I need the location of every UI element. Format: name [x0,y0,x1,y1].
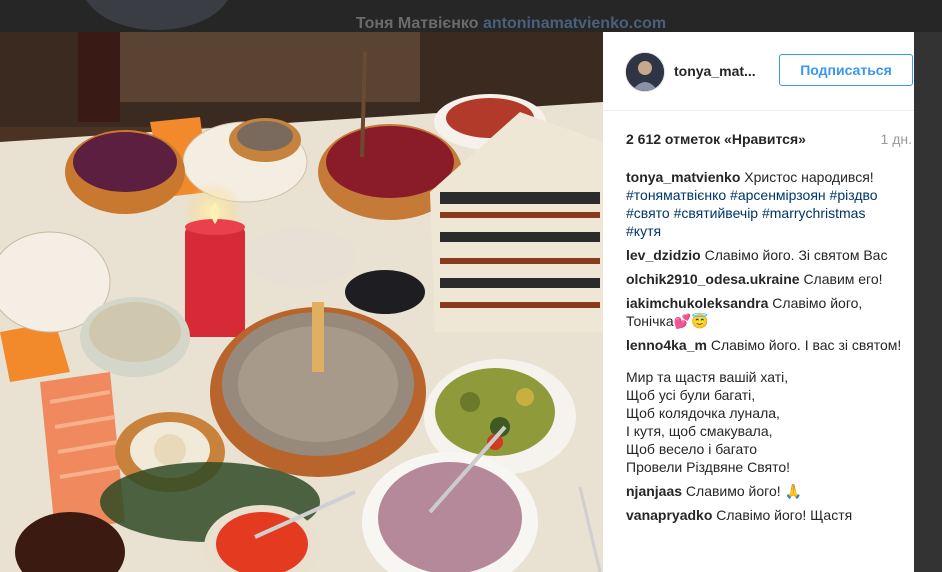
hashtag[interactable]: #тоняматвієнко [626,187,726,203]
caption-username[interactable]: tonya_matvienko [626,169,740,185]
hashtag[interactable]: #marrychristmas [762,205,865,221]
follow-button[interactable]: Подписаться [779,54,913,86]
comment: njanjaas Славимо його! 🙏 [626,482,904,500]
hashtag[interactable]: #святийвечір [674,205,759,221]
caption: tonya_matvienko Христос народився! #тоня… [626,168,904,240]
comment-text: Славімо його. І вас зі святом! [710,337,902,353]
likes-count[interactable]: 2 612 отметок «Нравится» [626,131,806,147]
comment: lenno4ka_m Славімо його. І вас зі святом… [626,336,904,476]
hashtag[interactable]: #кутя [626,223,661,239]
comment-poem: Мир та щастя вашій хаті, Щоб усі були ба… [626,368,904,476]
caption-text: Христос народився! [744,169,874,185]
profile-title: Тоня Матвієнко antoninamatvienko.com [40,15,942,33]
comment-username[interactable]: vanapryadko [626,507,712,523]
comment-username[interactable]: iakimchukoleksandra [626,295,768,311]
user-avatar[interactable] [625,52,665,92]
post-details-panel: tonya_mat... Подписаться 2 612 отметок «… [603,32,914,572]
comment-text: Славимо його! 🙏 [685,483,802,499]
profile-link[interactable]: antoninamatvienko.com [483,15,666,32]
comment: olchik2910_odesa.ukraine Славим его! [626,270,904,288]
christmas-table-image [0,32,603,572]
comment-text: Славімо його. Зі святом Вас [704,247,888,263]
comment: lev_dzidzio Славімо його. Зі святом Вас [626,246,904,264]
likes-row: 2 612 отметок «Нравится» 1 дн. [626,131,914,147]
poem-line: Щоб весело і багато [626,441,758,457]
post-header: tonya_mat... Подписаться [603,32,914,111]
comment-username[interactable]: olchik2910_odesa.ukraine [626,271,800,287]
comments-list: tonya_matvienko Христос народився! #тоня… [626,168,904,530]
profile-name: Тоня Матвієнко [355,15,479,32]
comment-text: Славімо його! Щастя [716,507,853,523]
hashtag[interactable]: #арсенмірзоян [730,187,826,203]
hashtag[interactable]: #свято [626,205,670,221]
profile-header-background: Тоня Матвієнко antoninamatvienko.com [0,0,942,32]
post-time[interactable]: 1 дн. [881,131,912,147]
poem-line: Провели Різдвяне Свято! [626,459,791,475]
post-photo[interactable] [0,32,603,572]
hashtag[interactable]: #різдво [830,187,878,203]
comment-username[interactable]: lev_dzidzio [626,247,701,263]
comment: vanapryadko Славімо його! Щастя [626,506,904,524]
comment-text: Славим его! [803,271,883,287]
next-post-preview[interactable] [914,32,942,572]
poem-line: Щоб усі були багаті, [626,387,756,403]
poem-line: Щоб колядочка лунала, [626,405,780,421]
poem-line: І кутя, щоб смакувала, [626,423,773,439]
comment-username[interactable]: njanjaas [626,483,682,499]
comment: iakimchukoleksandra Славімо його, Тонічк… [626,294,904,330]
post-username[interactable]: tonya_mat... [674,63,756,79]
comment-username[interactable]: lenno4ka_m [626,337,707,353]
poem-line: Мир та щастя вашій хаті, [626,369,789,385]
